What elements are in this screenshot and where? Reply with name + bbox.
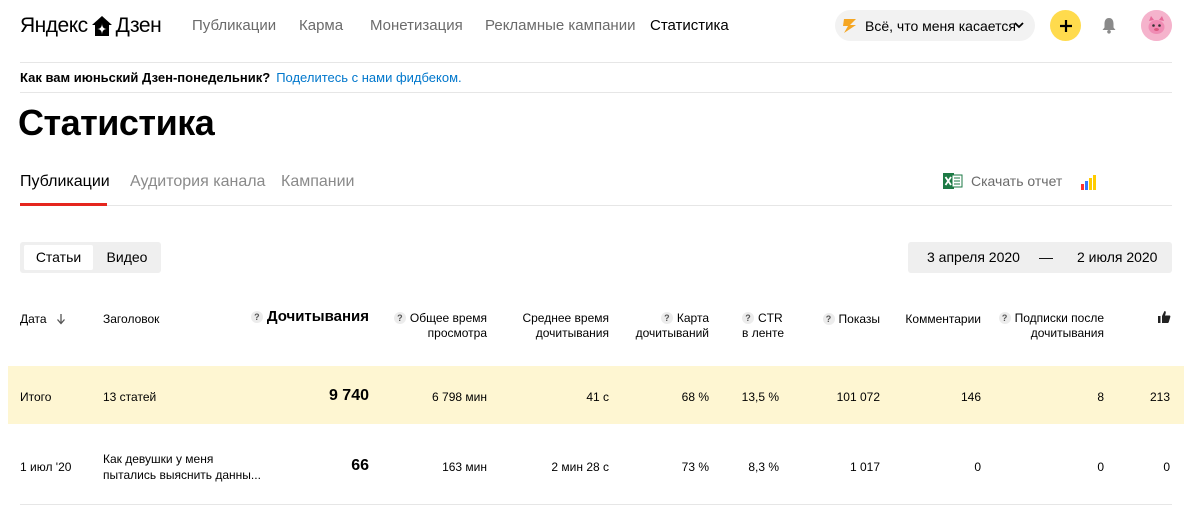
banner-divider	[20, 92, 1172, 93]
col-header-ctr: ? CTR в ленте	[742, 311, 784, 341]
col-header-avg-time: Среднее время дочитывания	[522, 311, 609, 341]
chevron-down-icon	[1014, 22, 1024, 29]
col-header-title: Заголовок	[103, 312, 160, 326]
total-likes: 213	[1149, 390, 1170, 404]
header-divider	[20, 62, 1172, 63]
help-icon[interactable]: ?	[660, 312, 673, 324]
bell-icon[interactable]	[1100, 16, 1118, 34]
total-label: Итого	[20, 390, 52, 404]
logo-text-zen: Дзен	[115, 14, 162, 37]
plus-icon	[1059, 19, 1072, 32]
col-header-date[interactable]: Дата	[20, 312, 66, 327]
col-header-subs-line1: Подписки после	[1014, 311, 1104, 325]
download-report-label: Скачать отчет	[971, 173, 1063, 189]
content-type-video[interactable]: Видео	[96, 245, 158, 270]
date-from[interactable]: 3 апреля 2020	[927, 249, 1020, 265]
nav-publications[interactable]: Публикации	[192, 17, 276, 34]
col-header-avg-time-line1: Среднее время	[522, 311, 609, 325]
page-title: Статистика	[18, 102, 215, 143]
nav-statistics[interactable]: Статистика	[650, 17, 729, 34]
avatar-image	[1141, 10, 1172, 41]
total-read-map: 68 %	[681, 390, 709, 404]
help-icon[interactable]: ?	[742, 312, 754, 324]
col-header-reads[interactable]: ? Дочитывания	[250, 308, 369, 325]
channel-icon	[843, 18, 856, 33]
row-likes: 0	[1163, 460, 1170, 474]
col-header-subs: ? Подписки после дочитывания	[998, 311, 1104, 341]
row-avg-time: 2 мин 28 с	[551, 460, 609, 474]
row-comments: 0	[974, 460, 981, 474]
help-icon[interactable]: ?	[998, 312, 1011, 324]
channel-selector-label: Всё, что меня касается	[865, 17, 1016, 34]
row-total-time: 163 мин	[442, 460, 487, 474]
total-ctr: 13,5 %	[741, 390, 779, 404]
table-row[interactable]: 1 июл '20 Как девушки у меня пытались вы…	[0, 440, 1200, 500]
col-header-date-label: Дата	[20, 312, 47, 326]
row-title-line2: пытались выяснить данны...	[103, 468, 261, 482]
avatar[interactable]	[1141, 10, 1172, 41]
nav-karma[interactable]: Карма	[299, 17, 343, 34]
yandex-zen-logo[interactable]: Яндекс Дзен	[20, 12, 162, 40]
content-type-articles[interactable]: Статьи	[24, 245, 93, 270]
col-header-total-time-line1: Общее время	[409, 311, 487, 325]
row-title[interactable]: Как девушки у меня пытались выяснить дан…	[103, 451, 261, 483]
col-header-views: ? Показы	[822, 312, 880, 327]
total-reads: 9 740	[328, 387, 369, 404]
date-range-picker[interactable]: 3 апреля 2020 — 2 июля 2020	[908, 242, 1172, 273]
total-avg-time: 41 с	[586, 390, 609, 404]
tab-channel-audience[interactable]: Аудитория канала	[130, 173, 265, 191]
total-title: 13 статей	[103, 390, 157, 404]
col-header-ctr-line1: CTR	[758, 311, 783, 325]
bar-chart-icon[interactable]	[1080, 174, 1098, 190]
row-read-map: 73 %	[681, 460, 709, 474]
col-header-reads-label: Дочитывания	[266, 308, 369, 325]
col-header-subs-line2: дочитывания	[1030, 326, 1104, 340]
date-separator: —	[1039, 249, 1053, 265]
like-icon	[1158, 311, 1171, 323]
row-ctr: 8,3 %	[748, 460, 779, 474]
download-report-button[interactable]: Скачать отчет	[943, 172, 1062, 190]
col-header-read-map-line2: дочитываний	[635, 326, 709, 340]
col-header-total-time: ? Общее время просмотра	[393, 311, 487, 341]
create-button[interactable]	[1050, 10, 1081, 41]
row-title-line1: Как девушки у меня	[103, 452, 214, 466]
active-tab-indicator	[20, 203, 107, 206]
tabs-divider	[20, 205, 1172, 206]
banner-question: Как вам июньский Дзен-понедельник?	[20, 70, 271, 85]
col-header-views-label: Показы	[838, 312, 880, 326]
col-header-comments: Комментарии	[905, 312, 981, 326]
excel-icon	[943, 173, 963, 189]
total-comments: 146	[960, 390, 981, 404]
total-total-time: 6 798 мин	[432, 390, 487, 404]
col-header-avg-time-line2: дочитывания	[535, 326, 609, 340]
logo-text-yandex: Яндекс	[20, 14, 88, 37]
row-views: 1 017	[849, 460, 880, 474]
row-divider	[20, 504, 1172, 505]
help-icon[interactable]: ?	[393, 312, 406, 324]
nav-monetization[interactable]: Монетизация	[370, 17, 463, 34]
row-subs: 0	[1097, 460, 1104, 474]
zen-house-icon	[91, 16, 112, 36]
tab-publications[interactable]: Публикации	[20, 173, 110, 191]
col-header-read-map: ? Карта дочитываний	[636, 311, 709, 341]
col-header-total-time-line2: просмотра	[427, 326, 487, 340]
channel-selector[interactable]: Всё, что меня касается	[835, 10, 1035, 41]
total-subs: 8	[1097, 390, 1104, 404]
date-to[interactable]: 2 июля 2020	[1077, 249, 1157, 265]
help-icon[interactable]: ?	[822, 313, 835, 325]
row-date: 1 июл '20	[20, 460, 72, 474]
help-icon[interactable]: ?	[250, 311, 263, 323]
col-header-ctr-line2: в ленте	[742, 326, 785, 340]
tab-campaigns[interactable]: Кампании	[281, 173, 355, 191]
nav-ad-campaigns[interactable]: Рекламные кампании	[485, 17, 635, 34]
feedback-banner: Как вам июньский Дзен-понедельник? Подели…	[20, 70, 462, 85]
sort-down-icon	[56, 314, 65, 325]
total-views: 101 072	[836, 390, 880, 404]
row-reads: 66	[351, 457, 369, 474]
feedback-link[interactable]: Поделитесь с нами фидбеком.	[276, 70, 461, 85]
content-type-switch: Статьи Видео	[20, 242, 161, 273]
col-header-read-map-line1: Карта	[676, 311, 709, 325]
